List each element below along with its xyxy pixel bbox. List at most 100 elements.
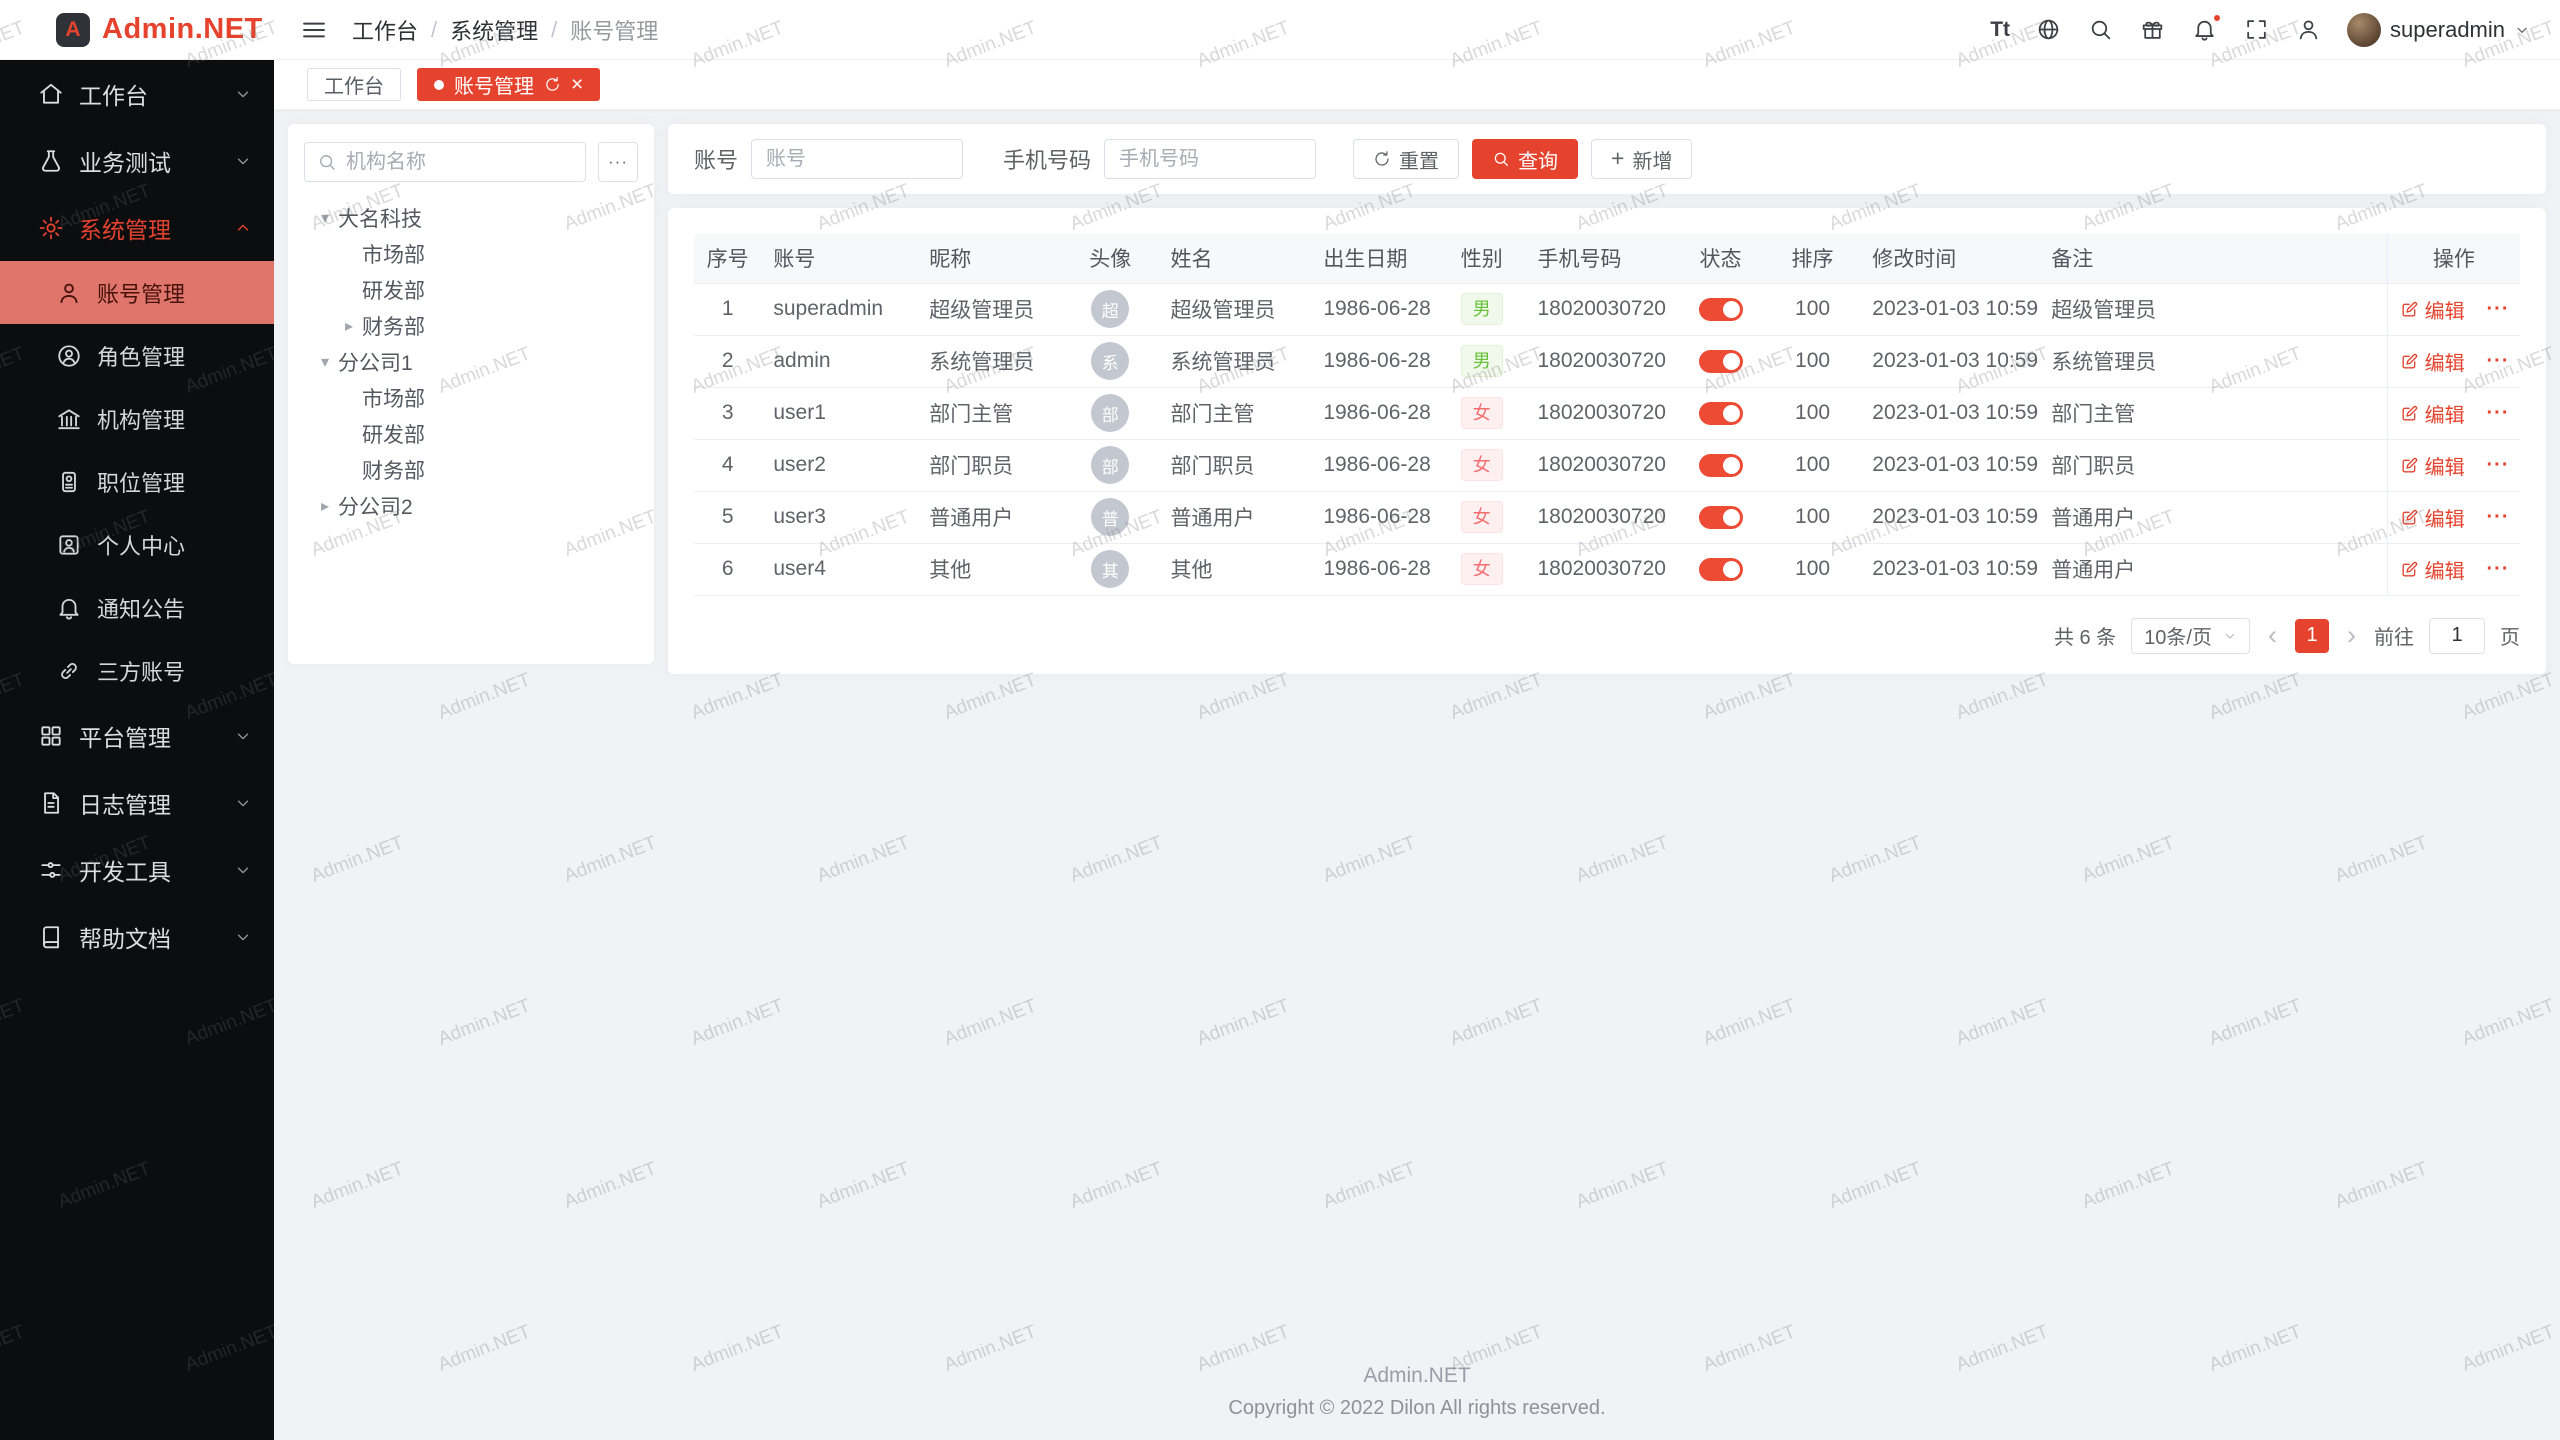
tree-node[interactable]: 研发部 <box>304 272 638 308</box>
sidebar-submenu: 账号管理 角色管理 机构管理 职位管理 个人中心 通知公告 <box>0 261 274 702</box>
cell-birth: 1986-06-28 <box>1311 491 1438 543</box>
search-icon[interactable] <box>2087 16 2114 43</box>
cell-status <box>1676 335 1764 387</box>
tree-node[interactable]: 财务部 <box>304 452 638 488</box>
sidebar-item-position-management[interactable]: 职位管理 <box>0 450 274 513</box>
font-size-icon[interactable]: Tt <box>1990 16 2010 43</box>
sidebar-item-personal-center[interactable]: 个人中心 <box>0 513 274 576</box>
sidebar-item-log-management[interactable]: 日志管理 <box>0 769 274 836</box>
tree-node-label: 研发部 <box>362 275 425 305</box>
reset-button[interactable]: 重置 <box>1353 139 1459 179</box>
org-search-box <box>304 142 586 182</box>
sidebar-item-org-management[interactable]: 机构管理 <box>0 387 274 450</box>
tab-workbench[interactable]: 工作台 <box>307 68 401 101</box>
edit-button[interactable]: 编辑 <box>2400 295 2465 324</box>
tab-account-management[interactable]: 账号管理 × <box>417 68 600 101</box>
user-icon[interactable] <box>2295 16 2322 43</box>
tab-refresh-icon[interactable] <box>544 76 561 93</box>
sidebar-item-help-docs[interactable]: 帮助文档 <box>0 903 274 970</box>
prev-page-button[interactable]: ‹ <box>2265 622 2280 649</box>
toggle-knob <box>1723 301 1740 318</box>
next-page-button[interactable]: › <box>2344 622 2359 649</box>
cell-nickname: 系统管理员 <box>917 335 1062 387</box>
app-logo[interactable]: A Admin.NET <box>0 0 274 59</box>
sidebar-item-platform-management[interactable]: 平台管理 <box>0 702 274 769</box>
cell-no: 1 <box>694 283 761 335</box>
cell-gender: 女 <box>1438 439 1525 491</box>
status-toggle[interactable] <box>1699 402 1743 425</box>
caret-expanded-icon[interactable]: ▾ <box>312 208 338 228</box>
tab-close-icon[interactable]: × <box>571 74 583 95</box>
caret-collapsed-icon[interactable]: ▸ <box>312 496 338 516</box>
status-toggle[interactable] <box>1699 506 1743 529</box>
fullscreen-icon[interactable] <box>2243 16 2270 43</box>
sidebar-item-system-management[interactable]: 系统管理 <box>0 194 274 261</box>
status-toggle[interactable] <box>1699 558 1743 581</box>
tree-node[interactable]: ▾ 分公司1 <box>304 344 638 380</box>
globe-icon[interactable] <box>2035 16 2062 43</box>
sidebar-item-label: 工作台 <box>79 77 219 111</box>
edit-label: 编辑 <box>2425 295 2465 324</box>
gender-badge: 女 <box>1461 553 1503 585</box>
org-search-input[interactable] <box>346 151 573 174</box>
cell-status <box>1676 543 1764 595</box>
sidebar-item-dev-tools[interactable]: 开发工具 <box>0 836 274 903</box>
goto-page-input[interactable] <box>2429 618 2485 654</box>
menu-collapse-icon[interactable] <box>300 16 328 44</box>
cell-birth: 1986-06-28 <box>1311 283 1438 335</box>
status-toggle[interactable] <box>1699 298 1743 321</box>
tree-node[interactable]: 市场部 <box>304 236 638 272</box>
app-logo-text: Admin.NET <box>102 13 263 46</box>
tab-label: 账号管理 <box>454 70 534 99</box>
tree-node[interactable]: ▸ 财务部 <box>304 308 638 344</box>
chevron-down-icon <box>234 727 252 745</box>
tree-node[interactable]: 研发部 <box>304 416 638 452</box>
tree-node[interactable]: ▾ 大名科技 <box>304 200 638 236</box>
cell-avatar: 部 <box>1062 439 1159 491</box>
gift-icon[interactable] <box>2139 16 2166 43</box>
sidebar-item-business-test[interactable]: 业务测试 <box>0 127 274 194</box>
edit-button[interactable]: 编辑 <box>2400 451 2465 480</box>
phone-input[interactable] <box>1104 139 1316 179</box>
column-header: 出生日期 <box>1311 234 1438 283</box>
page-number-button[interactable]: 1 <box>2295 619 2329 653</box>
cell-no: 3 <box>694 387 761 439</box>
more-actions-button[interactable]: ··· <box>2487 558 2510 580</box>
cell-no: 4 <box>694 439 761 491</box>
cell-modified: 2023-01-03 10:59:44 <box>1860 335 2039 387</box>
more-actions-button[interactable]: ··· <box>2487 506 2510 528</box>
more-actions-button[interactable]: ··· <box>2487 298 2510 320</box>
tree-node[interactable]: ▸ 分公司2 <box>304 488 638 524</box>
breadcrumb-item[interactable]: 系统管理 <box>450 14 538 46</box>
edit-button[interactable]: 编辑 <box>2400 503 2465 532</box>
edit-button[interactable]: 编辑 <box>2400 399 2465 428</box>
status-toggle[interactable] <box>1699 454 1743 477</box>
breadcrumb-item[interactable]: 工作台 <box>352 14 418 46</box>
more-actions-button[interactable]: ··· <box>2487 350 2510 372</box>
add-button[interactable]: + 新增 <box>1591 139 1692 179</box>
sliders-icon <box>38 857 64 883</box>
more-actions-button[interactable]: ··· <box>2487 402 2510 424</box>
status-toggle[interactable] <box>1699 350 1743 373</box>
user-menu[interactable]: superadmin <box>2347 13 2530 47</box>
user-avatar[interactable] <box>2347 13 2381 47</box>
sidebar-item-account-management[interactable]: 账号管理 <box>0 261 274 324</box>
cell-nickname: 其他 <box>917 543 1062 595</box>
caret-collapsed-icon[interactable]: ▸ <box>336 316 362 336</box>
sidebar-item-workbench[interactable]: 工作台 <box>0 60 274 127</box>
edit-button[interactable]: 编辑 <box>2400 555 2465 584</box>
sidebar-item-third-party-account[interactable]: 三方账号 <box>0 639 274 702</box>
more-actions-button[interactable]: ··· <box>2487 454 2510 476</box>
notification-bell-icon[interactable] <box>2191 16 2218 43</box>
link-icon <box>56 658 82 684</box>
tree-node[interactable]: 市场部 <box>304 380 638 416</box>
page-size-select[interactable]: 10条/页 <box>2131 618 2250 654</box>
edit-button[interactable]: 编辑 <box>2400 347 2465 376</box>
search-button[interactable]: 查询 <box>1472 139 1578 179</box>
column-header: 账号 <box>761 234 917 283</box>
sidebar-item-role-management[interactable]: 角色管理 <box>0 324 274 387</box>
account-input[interactable] <box>751 139 963 179</box>
tree-more-button[interactable]: ··· <box>598 142 638 182</box>
caret-expanded-icon[interactable]: ▾ <box>312 352 338 372</box>
sidebar-item-notice-announcement[interactable]: 通知公告 <box>0 576 274 639</box>
